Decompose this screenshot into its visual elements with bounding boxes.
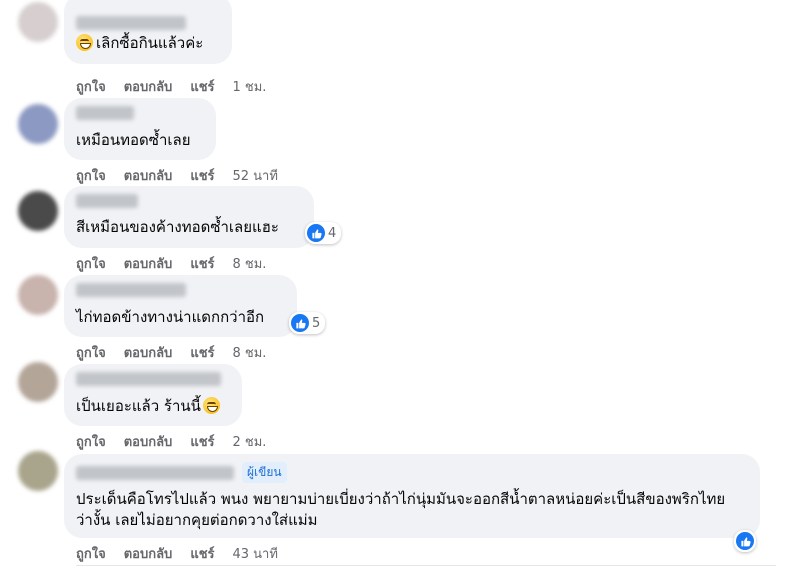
comment-actions: ถูกใจ ตอบกลับ แชร์ 52 นาที	[76, 165, 278, 186]
share-button[interactable]: แชร์	[190, 431, 214, 452]
grinning-emoji-icon	[76, 34, 93, 51]
share-button[interactable]: แชร์	[190, 76, 214, 97]
avatar[interactable]	[18, 2, 58, 42]
like-button[interactable]: ถูกใจ	[76, 253, 106, 274]
comment-actions: ถูกใจ ตอบกลับ แชร์ 8 ชม.	[76, 342, 266, 363]
reaction-count[interactable]: 5	[289, 312, 326, 334]
commenter-name[interactable]	[76, 16, 186, 30]
reply-button[interactable]: ตอบกลับ	[124, 253, 173, 274]
comment-text: สีเหมือนของค้างทอดซ้ำเลยแฮะ	[76, 218, 279, 236]
comment-bubble: เหมือนทอดซ้ำเลย	[64, 98, 216, 160]
avatar[interactable]	[18, 104, 58, 144]
share-button[interactable]: แชร์	[190, 543, 214, 564]
comment-bubble: เป็นเยอะแล้ว ร้านนี้	[64, 364, 242, 426]
reply-button[interactable]: ตอบกลับ	[124, 76, 173, 97]
timestamp[interactable]: 8 ชม.	[233, 342, 267, 363]
divider	[76, 565, 776, 566]
commenter-name[interactable]	[76, 372, 221, 386]
name-row: ผู้เขียน	[76, 462, 748, 483]
share-button[interactable]: แชร์	[190, 165, 214, 186]
timestamp[interactable]: 2 ชม.	[233, 431, 267, 452]
avatar[interactable]	[18, 362, 58, 402]
reply-button[interactable]: ตอบกลับ	[124, 165, 173, 186]
timestamp[interactable]: 52 นาที	[233, 165, 278, 186]
commenter-name[interactable]	[76, 465, 234, 480]
share-button[interactable]: แชร์	[190, 253, 214, 274]
reaction-number: 5	[312, 315, 321, 331]
comment-bubble: ผู้เขียน ประเด็นคือโทรไปแล้ว พนง พยายามบ…	[64, 454, 760, 538]
comment-actions: ถูกใจ ตอบกลับ แชร์ 8 ชม.	[76, 253, 266, 274]
comment-text: เลิกซื้อกินแล้วค่ะ	[76, 33, 220, 54]
reaction-count[interactable]	[734, 530, 756, 552]
like-reaction-icon	[307, 224, 325, 242]
comment-text: เป็นเยอะแล้ว ร้านนี้	[76, 396, 230, 417]
like-button[interactable]: ถูกใจ	[76, 431, 106, 452]
commenter-name[interactable]	[76, 194, 138, 208]
like-reaction-icon	[736, 532, 754, 550]
like-reaction-icon	[291, 314, 309, 332]
comment-text: เหมือนทอดซ้ำเลย	[76, 131, 191, 149]
grinning-emoji-icon	[202, 397, 220, 414]
comment-text: ไก่ทอดข้างทางน่าแดกกว่าอีก	[76, 308, 265, 326]
comment-bubble: สีเหมือนของค้างทอดซ้ำเลยแฮะ	[64, 186, 314, 248]
commenter-name[interactable]	[76, 283, 186, 297]
timestamp[interactable]: 8 ชม.	[233, 253, 267, 274]
reply-button[interactable]: ตอบกลับ	[124, 342, 173, 363]
avatar[interactable]	[18, 275, 58, 315]
reply-button[interactable]: ตอบกลับ	[124, 543, 173, 564]
commenter-name[interactable]	[76, 106, 134, 120]
avatar[interactable]	[18, 191, 58, 231]
like-button[interactable]: ถูกใจ	[76, 165, 106, 186]
comment-text: ประเด็นคือโทรไปแล้ว พนง พยายามบ่ายเบี่ยง…	[76, 490, 726, 529]
share-button[interactable]: แชร์	[190, 342, 214, 363]
timestamp[interactable]: 1 ชม.	[233, 76, 267, 97]
like-button[interactable]: ถูกใจ	[76, 76, 106, 97]
comment-bubble: เลิกซื้อกินแล้วค่ะ	[64, 0, 232, 64]
comment-actions: ถูกใจ ตอบกลับ แชร์ 1 ชม.	[76, 76, 266, 97]
comment-bubble: ไก่ทอดข้างทางน่าแดกกว่าอีก	[64, 275, 297, 337]
reaction-count[interactable]: 4	[305, 222, 342, 244]
reply-button[interactable]: ตอบกลับ	[124, 431, 173, 452]
reaction-number: 4	[328, 225, 337, 241]
avatar[interactable]	[18, 451, 58, 491]
like-button[interactable]: ถูกใจ	[76, 543, 106, 564]
timestamp[interactable]: 43 นาที	[233, 543, 278, 564]
author-badge: ผู้เขียน	[242, 462, 287, 483]
like-button[interactable]: ถูกใจ	[76, 342, 106, 363]
comment-actions: ถูกใจ ตอบกลับ แชร์ 43 นาที	[76, 543, 278, 564]
comment-actions: ถูกใจ ตอบกลับ แชร์ 2 ชม.	[76, 431, 266, 452]
